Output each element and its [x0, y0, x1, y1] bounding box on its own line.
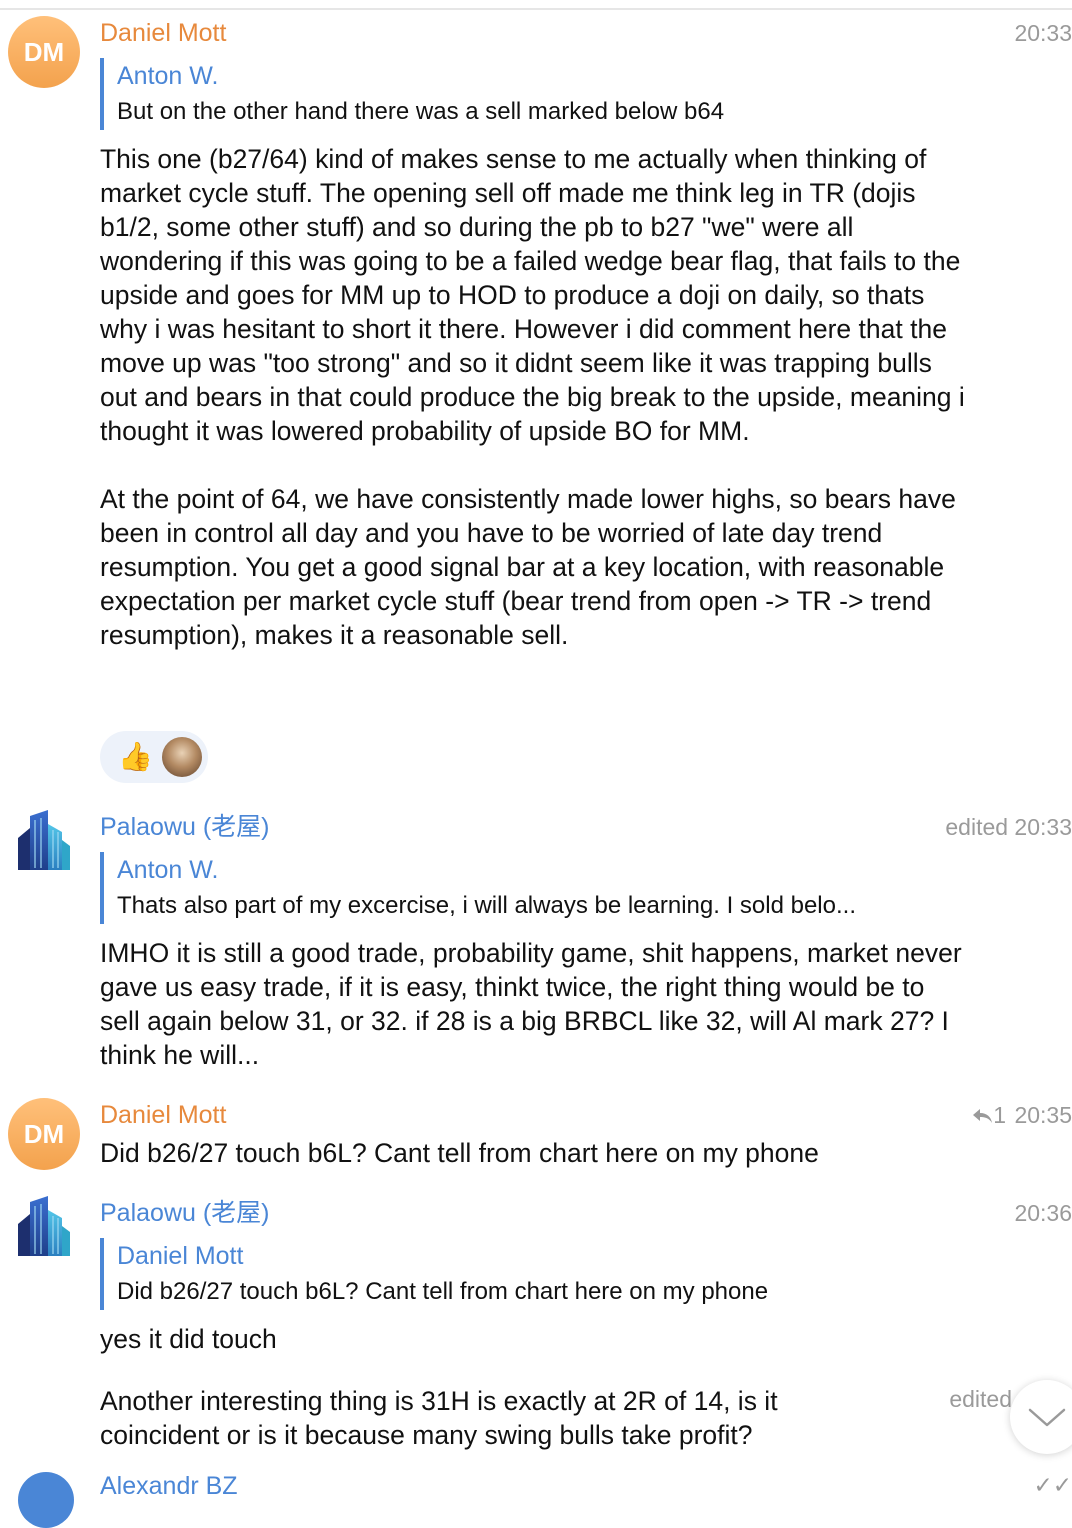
- reply-arrow-icon: [973, 1109, 993, 1123]
- chevron-down-icon: [1028, 1408, 1066, 1427]
- followup-message-time: edited: [949, 1386, 1012, 1412]
- reply-quote[interactable]: Anton W. But on the other hand there was…: [100, 58, 977, 130]
- sender-name[interactable]: Daniel Mott: [100, 18, 226, 48]
- reactor-avatar: [162, 737, 202, 777]
- followup-message-text: Another interesting thing is 31H is exac…: [100, 1386, 778, 1450]
- message-text: Did b26/27 touch b6L? Cant tell from cha…: [100, 1138, 819, 1168]
- message-text: yes it did touch: [100, 1324, 277, 1354]
- message-text: This one (b27/64) kind of makes sense to…: [100, 144, 965, 650]
- reaction-pill[interactable]: 👍: [100, 731, 208, 783]
- thumbs-up-icon: 👍: [118, 741, 153, 772]
- message-text: IMHO it is still a good trade, probabili…: [100, 938, 962, 1070]
- reply-quote-name: Anton W.: [117, 856, 219, 884]
- reply-quote[interactable]: Daniel Mott Did b26/27 touch b6L? Cant t…: [100, 1238, 977, 1310]
- message-time: 20:33: [1014, 20, 1072, 46]
- reply-quote-text: But on the other hand there was a sell m…: [117, 98, 725, 125]
- avatar[interactable]: DM: [8, 1098, 80, 1170]
- scroll-down-button[interactable]: [1010, 1380, 1072, 1454]
- reply-quote[interactable]: Anton W. Thats also part of my excercise…: [100, 852, 977, 924]
- reply-count[interactable]: 1: [971, 1100, 1006, 1130]
- building-icon[interactable]: [8, 806, 80, 878]
- reply-quote-name: Anton W.: [117, 62, 219, 90]
- reply-quote-text: Thats also part of my excercise, i will …: [117, 892, 856, 919]
- building-icon[interactable]: [8, 1192, 80, 1264]
- message-time: 20:36: [1014, 1200, 1072, 1226]
- avatar[interactable]: [18, 1472, 74, 1528]
- top-divider: [0, 8, 1072, 10]
- sender-name[interactable]: Palaowu (老屋): [100, 812, 270, 842]
- sender-name[interactable]: Alexandr BZ: [100, 1472, 238, 1501]
- reply-quote-text: Did b26/27 touch b6L? Cant tell from cha…: [117, 1278, 769, 1305]
- reply-count-number: 1: [993, 1102, 1006, 1128]
- sender-name[interactable]: Palaowu (老屋): [100, 1198, 270, 1228]
- message-time: edited 20:33: [945, 814, 1072, 840]
- avatar[interactable]: DM: [8, 16, 80, 88]
- reply-quote-name: Daniel Mott: [117, 1242, 244, 1270]
- message-time: 20:35: [1014, 1102, 1072, 1128]
- sender-name[interactable]: Daniel Mott: [100, 1100, 226, 1130]
